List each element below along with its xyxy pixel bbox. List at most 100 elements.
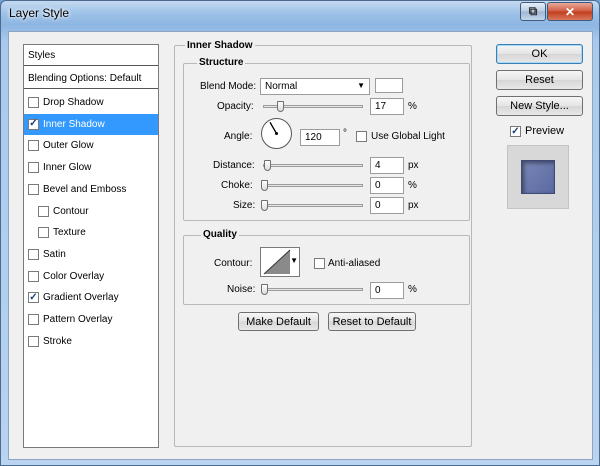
reset-to-default-button[interactable]: Reset to Default <box>328 312 416 331</box>
window-title: Layer Style <box>9 6 70 20</box>
style-item-pattern-overlay[interactable]: Pattern Overlay <box>24 309 158 330</box>
style-item-label: Contour <box>53 205 89 217</box>
style-item-label: Texture <box>53 227 86 239</box>
distance-unit: px <box>408 160 419 171</box>
chevron-down-icon: ▼ <box>290 256 298 265</box>
style-item-checkbox[interactable] <box>28 140 39 152</box>
style-item-color-overlay[interactable]: Color Overlay <box>24 266 158 287</box>
angle-dial[interactable] <box>260 117 293 150</box>
opacity-value: 17 <box>375 101 387 112</box>
styles-header[interactable]: Styles <box>24 45 158 66</box>
restore-icon[interactable]: ⧉ <box>520 2 546 21</box>
noise-slider-track[interactable] <box>263 288 363 291</box>
close-icon[interactable]: ✕ <box>547 2 593 21</box>
noise-unit: % <box>408 284 417 295</box>
style-item-label: Outer Glow <box>43 140 94 152</box>
style-item-label: Color Overlay <box>43 270 105 282</box>
style-item-label: Gradient Overlay <box>43 292 119 304</box>
blend-mode-select[interactable]: Normal ▼ <box>260 78 370 95</box>
noise-label: Noise: <box>227 284 256 295</box>
style-item-texture[interactable]: Texture <box>24 222 158 243</box>
structure-title: Structure <box>197 57 246 68</box>
angle-unit: ° <box>343 128 347 139</box>
reset-to-default-label: Reset to Default <box>332 315 412 328</box>
opacity-slider-thumb[interactable] <box>277 101 284 112</box>
choke-label: Choke: <box>221 180 253 191</box>
ok-button[interactable]: OK <box>496 44 583 64</box>
style-item-drop-shadow[interactable]: Drop Shadow <box>24 92 158 113</box>
style-item-checkbox[interactable] <box>28 292 39 304</box>
blending-options-item[interactable]: Blending Options: Default <box>24 68 158 89</box>
style-item-label: Satin <box>43 248 66 260</box>
styles-header-label: Styles <box>28 49 56 61</box>
style-item-bevel-and-emboss[interactable]: Bevel and Emboss <box>24 179 158 200</box>
opacity-label: Opacity: <box>217 101 254 112</box>
distance-value: 4 <box>375 160 381 171</box>
size-unit: px <box>408 200 419 211</box>
distance-label: Distance: <box>213 160 255 171</box>
size-input[interactable]: 0 <box>370 197 404 214</box>
reset-label: Reset <box>525 74 554 86</box>
choke-input[interactable]: 0 <box>370 177 404 194</box>
size-slider-thumb[interactable] <box>261 200 268 211</box>
style-item-checkbox[interactable] <box>28 314 39 325</box>
style-item-label: Stroke <box>43 335 72 347</box>
choke-value: 0 <box>375 180 381 191</box>
size-slider-track[interactable] <box>263 204 363 207</box>
style-item-label: Bevel and Emboss <box>43 183 127 195</box>
use-global-light-checkbox[interactable] <box>356 131 367 142</box>
style-item-checkbox[interactable] <box>38 205 49 217</box>
anti-aliased-label: Anti-aliased <box>328 258 381 269</box>
new-style-label: New Style... <box>510 100 569 112</box>
style-item-inner-shadow[interactable]: Inner Shadow <box>24 113 158 135</box>
shadow-color-swatch[interactable] <box>375 78 403 93</box>
choke-slider-thumb[interactable] <box>261 180 268 191</box>
inner-shadow-title: Inner Shadow <box>185 40 255 51</box>
blend-mode-label: Blend Mode: <box>200 81 257 92</box>
noise-slider-thumb[interactable] <box>261 284 268 295</box>
preview-label: Preview <box>525 125 565 137</box>
style-item-satin[interactable]: Satin <box>24 244 158 265</box>
distance-slider-track[interactable] <box>263 164 363 167</box>
make-default-label: Make Default <box>246 315 311 328</box>
style-item-inner-glow[interactable]: Inner Glow <box>24 157 158 178</box>
angle-label: Angle: <box>224 131 253 142</box>
style-item-contour[interactable]: Contour <box>24 201 158 222</box>
size-value: 0 <box>375 200 381 211</box>
styles-list: Styles Blending Options: Default Drop Sh… <box>23 44 159 448</box>
style-item-checkbox[interactable] <box>28 270 39 282</box>
noise-input[interactable]: 0 <box>370 282 404 299</box>
ok-label: OK <box>531 48 548 60</box>
style-item-checkbox[interactable] <box>28 183 39 195</box>
style-item-outer-glow[interactable]: Outer Glow <box>24 135 158 156</box>
new-style-button[interactable]: New Style... <box>496 96 583 116</box>
contour-curve-icon <box>263 249 291 275</box>
preview-thumbnail <box>507 145 569 209</box>
distance-slider-thumb[interactable] <box>264 160 271 171</box>
style-item-checkbox[interactable] <box>28 97 39 108</box>
reset-button[interactable]: Reset <box>496 70 583 90</box>
style-item-stroke[interactable]: Stroke <box>24 331 158 352</box>
preview-swatch <box>521 160 555 194</box>
chevron-down-icon: ▼ <box>357 81 365 90</box>
distance-input[interactable]: 4 <box>370 157 404 174</box>
blending-options-label: Blending Options: Default <box>28 72 142 84</box>
style-item-label: Inner Glow <box>43 162 92 174</box>
make-default-button[interactable]: Make Default <box>238 312 319 331</box>
style-item-checkbox[interactable] <box>38 227 49 239</box>
style-item-checkbox[interactable] <box>28 335 39 347</box>
anti-aliased-checkbox[interactable] <box>314 258 325 269</box>
choke-slider-track[interactable] <box>263 184 363 187</box>
style-item-gradient-overlay[interactable]: Gradient Overlay <box>24 287 158 308</box>
angle-dial-icon <box>261 118 292 149</box>
opacity-input[interactable]: 17 <box>370 98 404 115</box>
style-item-checkbox[interactable] <box>28 162 39 174</box>
blend-mode-value: Normal <box>265 81 298 92</box>
title-bar[interactable]: Layer Style ⧉ ✕ <box>1 1 599 25</box>
angle-input[interactable]: 120 <box>300 129 340 146</box>
style-item-checkbox[interactable] <box>28 118 39 130</box>
style-item-checkbox[interactable] <box>28 248 39 260</box>
contour-picker[interactable]: ▼ <box>260 247 300 277</box>
choke-unit: % <box>408 180 417 191</box>
preview-checkbox[interactable] <box>510 126 521 137</box>
